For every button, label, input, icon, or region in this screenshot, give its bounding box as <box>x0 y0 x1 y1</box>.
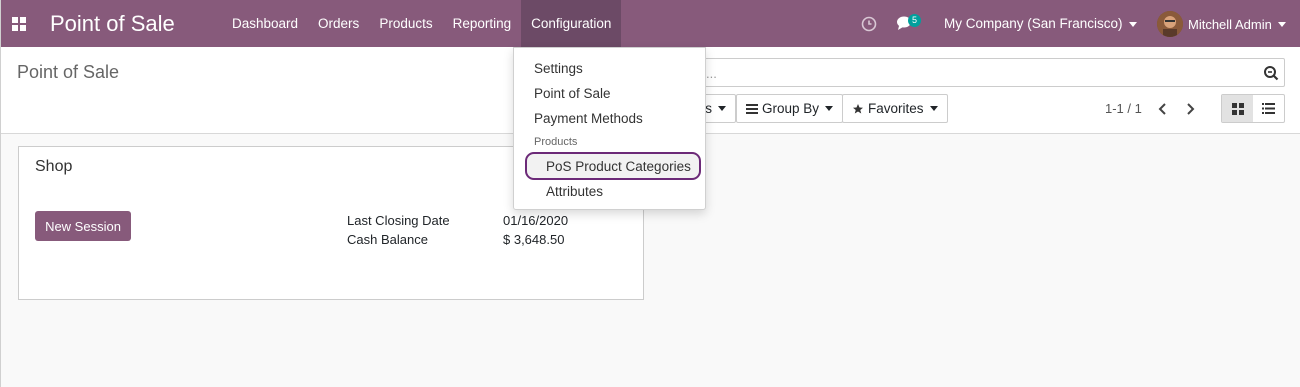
user-menu[interactable]: Mitchell Admin <box>1157 11 1286 37</box>
chevron-down-icon <box>929 106 938 111</box>
pager-value[interactable]: 1-1 / 1 <box>1105 101 1142 116</box>
configuration-dropdown: Settings Point of Sale Payment Methods P… <box>513 47 706 210</box>
pager-previous-icon[interactable] <box>1154 100 1172 118</box>
bars-icon <box>746 103 758 114</box>
chevron-down-icon <box>825 106 834 111</box>
new-session-button[interactable]: New Session <box>35 211 131 241</box>
apps-menu-icon[interactable] <box>7 12 31 36</box>
star-icon <box>853 103 863 113</box>
menu-reporting[interactable]: Reporting <box>443 0 522 47</box>
menu-section-products: Products <box>534 136 578 148</box>
main-menu: Dashboard Orders Products Reporting Conf… <box>222 0 622 47</box>
cash-balance-label: Cash Balance <box>347 232 428 247</box>
list-view-icon[interactable] <box>1253 95 1284 122</box>
menu-item-attributes[interactable]: Attributes <box>546 184 603 199</box>
filters-label: s <box>705 101 712 116</box>
menu-dashboard[interactable]: Dashboard <box>222 0 308 47</box>
chevron-down-icon <box>1277 21 1286 27</box>
menu-products[interactable]: Products <box>369 0 442 47</box>
search-input[interactable]: ... <box>687 58 1285 87</box>
card-title[interactable]: Shop <box>35 158 72 176</box>
company-switcher[interactable]: My Company (San Francisco) <box>944 16 1137 31</box>
menu-item-settings[interactable]: Settings <box>534 61 583 76</box>
pager-next-icon[interactable] <box>1181 100 1199 118</box>
kanban-view-icon[interactable] <box>1222 95 1253 122</box>
menu-orders[interactable]: Orders <box>308 0 369 47</box>
last-closing-date-value: 01/16/2020 <box>503 213 569 228</box>
avatar <box>1157 11 1183 37</box>
view-switcher <box>1221 94 1285 123</box>
user-name: Mitchell Admin <box>1188 16 1272 32</box>
company-name: My Company (San Francisco) <box>944 16 1123 31</box>
group-by-button[interactable]: Group By <box>736 94 844 123</box>
favorites-button[interactable]: Favorites <box>842 94 948 123</box>
chevron-down-icon <box>1128 21 1137 27</box>
menu-item-pos-product-categories[interactable]: PoS Product Categories <box>546 159 691 174</box>
top-navbar: Point of Sale Dashboard Orders Products … <box>1 0 1300 47</box>
menu-item-payment-methods[interactable]: Payment Methods <box>534 111 643 126</box>
last-closing-date-label: Last Closing Date <box>347 213 450 228</box>
search-icon[interactable] <box>1263 65 1279 81</box>
app-brand[interactable]: Point of Sale <box>50 11 175 37</box>
group-by-label: Group By <box>762 101 820 116</box>
chevron-down-icon <box>718 106 726 111</box>
activity-clock-icon[interactable] <box>861 16 877 32</box>
cash-balance-value: $ 3,648.50 <box>503 232 565 247</box>
menu-item-point-of-sale[interactable]: Point of Sale <box>534 86 611 101</box>
search-placeholder: ... <box>706 66 717 81</box>
favorites-label: Favorites <box>868 101 924 116</box>
menu-configuration[interactable]: Configuration <box>521 0 622 47</box>
breadcrumb: Point of Sale <box>17 62 120 82</box>
chat-count-badge: 5 <box>908 14 922 27</box>
